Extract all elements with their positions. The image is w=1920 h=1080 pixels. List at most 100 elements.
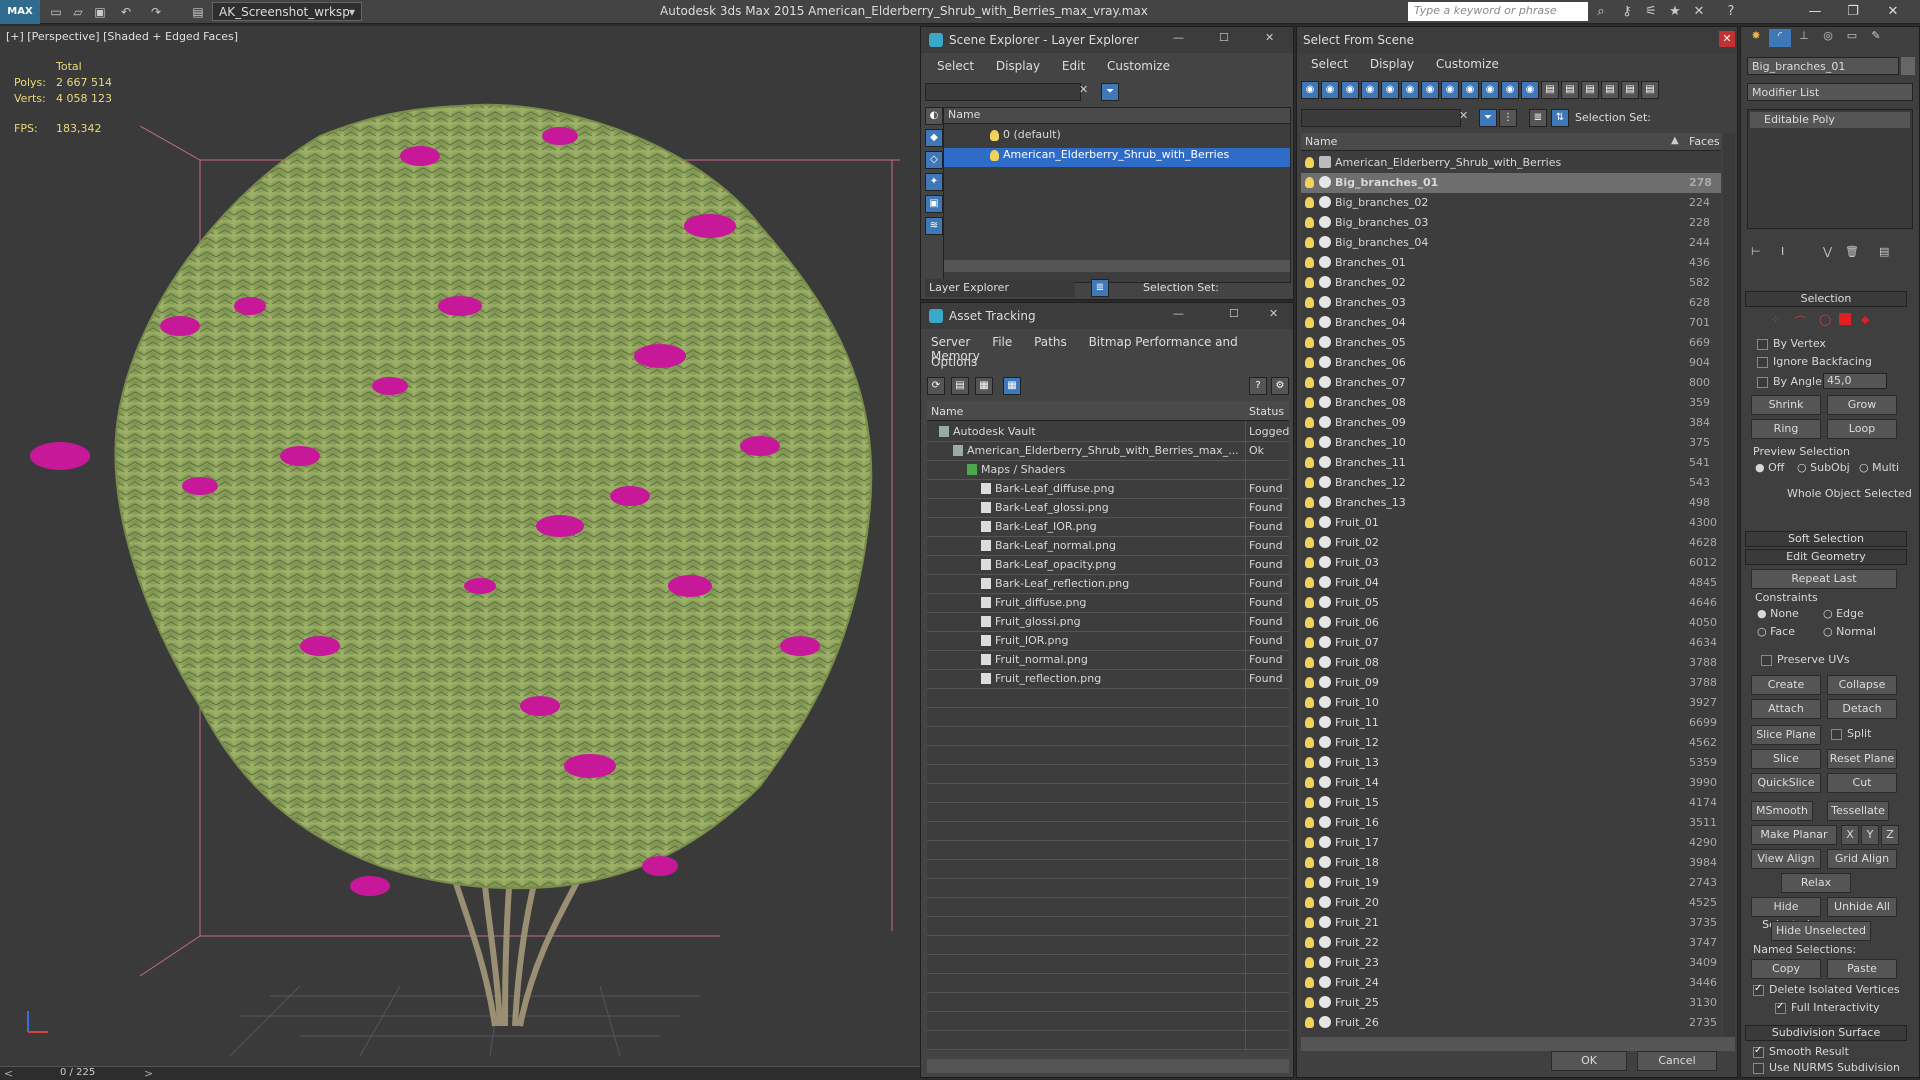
light-bulb-icon[interactable] <box>990 129 999 141</box>
light-bulb-icon[interactable] <box>1305 277 1314 288</box>
sync-selection-icon[interactable]: ▤ <box>1621 81 1639 99</box>
geometry-filter-icon[interactable]: ◉ <box>1321 81 1339 99</box>
object-row[interactable]: Branches_09 384 <box>1301 413 1721 433</box>
object-row-selected[interactable]: Big_branches_01 278 <box>1301 173 1721 193</box>
light-bulb-icon[interactable] <box>1305 517 1314 528</box>
se-display-cameras-icon[interactable]: ▣ <box>925 195 943 213</box>
help-icon[interactable]: ? <box>1722 3 1740 21</box>
object-row[interactable]: Fruit_19 2743 <box>1301 873 1721 893</box>
object-row[interactable]: Fruit_25 3130 <box>1301 993 1721 1013</box>
light-bulb-icon[interactable] <box>1305 597 1314 608</box>
sfs-hierarchy-icon[interactable]: ⋮ <box>1499 109 1517 127</box>
sfs-clear-search-icon[interactable]: ✕ <box>1459 109 1468 122</box>
select-invert-icon[interactable]: ▤ <box>1581 81 1599 99</box>
delete-isolated-checkbox[interactable] <box>1753 983 1764 996</box>
paste-button[interactable]: Paste <box>1827 959 1897 979</box>
frozen-filter-icon[interactable]: ◉ <box>1521 81 1539 99</box>
asset-row[interactable]: Autodesk Vault Logged <box>927 423 1289 442</box>
light-bulb-icon[interactable] <box>1305 577 1314 588</box>
se-display-objects-icon[interactable]: ◐ <box>925 107 943 125</box>
object-row[interactable]: Branches_04 701 <box>1301 313 1721 333</box>
asset-row[interactable]: Bark-Leaf_reflection.png Found <box>927 575 1289 594</box>
at-minimize-icon[interactable]: — <box>1173 307 1184 320</box>
object-row[interactable]: Fruit_22 3747 <box>1301 933 1721 953</box>
object-row[interactable]: Fruit_14 3990 <box>1301 773 1721 793</box>
workspace-chevron-icon[interactable]: ▾ <box>344 4 360 20</box>
selection-rollout-header[interactable]: Selection <box>1745 291 1907 307</box>
light-bulb-icon[interactable] <box>1305 777 1314 788</box>
loop-button[interactable]: Loop <box>1827 419 1897 439</box>
at-list-view-icon[interactable]: ▤ <box>951 377 969 395</box>
time-slider[interactable]: < 0 / 225 > <box>0 1066 920 1080</box>
preview-subobj-radio[interactable]: ○ SubObj <box>1797 461 1850 474</box>
at-col-status[interactable]: Status <box>1245 401 1289 421</box>
preview-off-radio[interactable]: ● Off <box>1755 461 1784 474</box>
groups-filter-icon[interactable]: ◉ <box>1441 81 1459 99</box>
constraint-normal-radio[interactable]: ○ Normal <box>1823 625 1876 638</box>
light-bulb-icon[interactable] <box>1305 177 1314 188</box>
at-col-name[interactable]: Name <box>927 401 1245 421</box>
object-row[interactable]: Fruit_12 4562 <box>1301 733 1721 753</box>
create-button[interactable]: Create <box>1751 675 1821 695</box>
light-bulb-icon[interactable] <box>1305 417 1314 428</box>
shapes-filter-icon[interactable]: ◉ <box>1341 81 1359 99</box>
light-bulb-icon[interactable] <box>1305 357 1314 368</box>
pin-stack-icon[interactable]: ⊢ <box>1751 245 1761 258</box>
se-clear-search-icon[interactable]: ✕ <box>1079 83 1088 96</box>
hide-selected-button[interactable]: Hide Selected <box>1751 897 1821 931</box>
object-row[interactable]: Branches_06 904 <box>1301 353 1721 373</box>
helpers-filter-icon[interactable]: ◉ <box>1401 81 1419 99</box>
sfs-search-field[interactable] <box>1301 109 1461 127</box>
object-row[interactable]: Branches_05 669 <box>1301 333 1721 353</box>
light-bulb-icon[interactable] <box>1305 1017 1314 1028</box>
object-row[interactable]: Branches_02 582 <box>1301 273 1721 293</box>
asset-row[interactable]: American_Elderberry_Shrub_with_Berries_m… <box>927 442 1289 461</box>
planar-y-button[interactable]: Y <box>1861 825 1879 845</box>
prev-frame-icon[interactable]: < <box>4 1067 13 1080</box>
light-bulb-icon[interactable] <box>1305 317 1314 328</box>
object-row[interactable]: Fruit_21 3735 <box>1301 913 1721 933</box>
at-menu-options[interactable]: Options <box>931 355 977 375</box>
lights-filter-icon[interactable]: ◉ <box>1361 81 1379 99</box>
grid-align-button[interactable]: Grid Align <box>1827 849 1897 869</box>
light-bulb-icon[interactable] <box>1305 437 1314 448</box>
asset-row[interactable]: Fruit_IOR.png Found <box>927 632 1289 651</box>
light-bulb-icon[interactable] <box>1305 657 1314 668</box>
asset-row[interactable]: Bark-Leaf_opacity.png Found <box>927 556 1289 575</box>
at-refresh-icon[interactable]: ⟳ <box>927 377 945 395</box>
relax-button[interactable]: Relax <box>1781 873 1851 893</box>
object-row[interactable]: Big_branches_02 224 <box>1301 193 1721 213</box>
remove-modifier-icon[interactable]: 🗑 <box>1845 245 1859 258</box>
object-row[interactable]: Fruit_07 4634 <box>1301 633 1721 653</box>
by-vertex-checkbox[interactable] <box>1757 339 1768 350</box>
quickslice-button[interactable]: QuickSlice <box>1751 773 1821 793</box>
se-maximize-icon[interactable]: ☐ <box>1219 31 1229 44</box>
object-row[interactable]: Fruit_16 3511 <box>1301 813 1721 833</box>
make-unique-icon[interactable]: ⋁ <box>1823 245 1832 258</box>
object-row[interactable]: Fruit_10 3927 <box>1301 693 1721 713</box>
light-bulb-icon[interactable] <box>1305 157 1314 168</box>
light-bulb-icon[interactable] <box>1305 757 1314 768</box>
light-bulb-icon[interactable] <box>1305 537 1314 548</box>
light-bulb-icon[interactable] <box>1305 717 1314 728</box>
sfs-layers-icon[interactable]: ≣ <box>1529 109 1547 127</box>
star-icon[interactable]: ★ <box>1666 3 1684 21</box>
bones-filter-icon[interactable]: ◉ <box>1481 81 1499 99</box>
object-row[interactable]: Fruit_05 4646 <box>1301 593 1721 613</box>
project-folder-icon[interactable]: ▤ <box>190 4 206 20</box>
object-row[interactable]: Branches_11 541 <box>1301 453 1721 473</box>
soft-selection-rollout-header[interactable]: Soft Selection <box>1745 531 1907 547</box>
se-display-shapes-icon[interactable]: ◇ <box>925 151 943 169</box>
edit-geometry-rollout-header[interactable]: Edit Geometry <box>1745 549 1907 565</box>
collapse-all-icon[interactable]: ▤ <box>1641 81 1659 99</box>
exchange-icon[interactable]: ✕ <box>1690 3 1708 21</box>
minimize-window-icon[interactable]: — <box>1800 2 1830 22</box>
view-align-button[interactable]: View Align <box>1751 849 1821 869</box>
light-bulb-icon[interactable] <box>1305 257 1314 268</box>
copy-button[interactable]: Copy <box>1751 959 1821 979</box>
se-horizontal-scrollbar[interactable] <box>944 260 1290 272</box>
motion-tab-icon[interactable]: ◎ <box>1817 29 1839 47</box>
attach-button[interactable]: Attach <box>1751 699 1821 719</box>
object-row[interactable]: Fruit_23 3409 <box>1301 953 1721 973</box>
light-bulb-icon[interactable] <box>1305 377 1314 388</box>
